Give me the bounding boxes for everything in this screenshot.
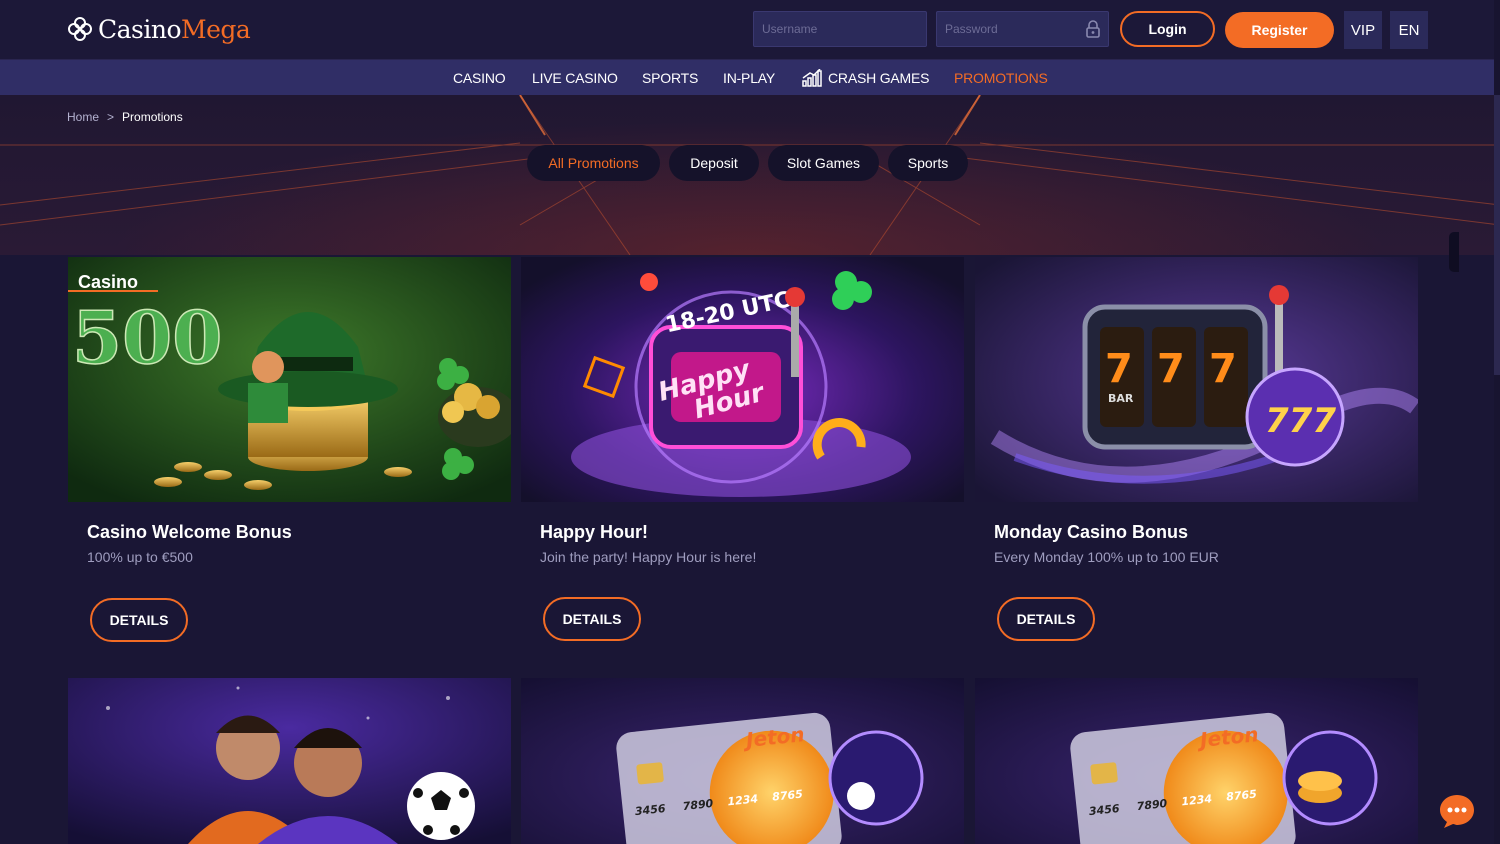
svg-text:7: 7 (1209, 346, 1237, 392)
breadcrumb: Home > Promotions (67, 110, 183, 124)
chat-icon[interactable] (1438, 793, 1476, 829)
breadcrumb-separator: > (107, 110, 115, 124)
nav-item-crash-games[interactable]: CRASH GAMES (802, 60, 929, 95)
svg-text:777: 777 (1265, 401, 1336, 441)
main-nav: CASINO LIVE CASINO SPORTS IN-PLAY CRASH … (0, 60, 1500, 95)
promo-image-text-bar: BAR (1108, 392, 1134, 405)
filter-sports[interactable]: Sports (888, 145, 968, 181)
nav-item-label: PROMOTIONS (954, 69, 1048, 86)
promo-title: Casino Welcome Bonus (87, 522, 292, 542)
password-input[interactable] (936, 11, 1109, 47)
promo-title: Monday Casino Bonus (994, 522, 1189, 542)
promotion-card: Casino 500 Casino Welcome Bonus 100% up … (68, 257, 511, 657)
nav-item-label: CASINO (453, 69, 506, 86)
promo-subtitle: Join the party! Happy Hour is here! (540, 549, 757, 565)
language-selector[interactable]: EN (1390, 11, 1428, 49)
details-button[interactable]: DETAILS (90, 598, 188, 642)
promo-subtitle: 100% up to €500 (87, 549, 193, 565)
nav-item-in-play[interactable]: IN-PLAY (723, 60, 775, 95)
logo-text-mega: Mega (181, 14, 251, 44)
clover-logo-icon (68, 17, 92, 41)
details-button[interactable]: DETAILS (997, 597, 1095, 641)
promo-image-text-500: 500 (72, 295, 222, 380)
promotion-card (68, 678, 511, 844)
nav-item-label: LIVE CASINO (532, 69, 618, 86)
promo-image-happy-hour: Happy Hour 18-20 UTC (521, 257, 964, 502)
filter-slot-games[interactable]: Slot Games (768, 145, 879, 181)
promo-image-monday: 7 7 7 BAR 777 (975, 257, 1418, 502)
promotion-card: Happy Hour 18-20 UTC Happy Hour! Join th… (521, 257, 964, 657)
promotion-filters: All Promotions Deposit Slot Games Sports (0, 145, 1500, 181)
promo-image-jeton-casino: Jeton 3456 7890 1234 8765 (975, 678, 1418, 844)
svg-text:7: 7 (1157, 346, 1185, 392)
vip-button[interactable]: VIP (1344, 11, 1382, 49)
login-button[interactable]: Login (1120, 11, 1215, 47)
nav-item-label: SPORTS (642, 69, 699, 86)
side-panel-handle[interactable] (1449, 232, 1459, 272)
promo-image-sports (68, 678, 511, 844)
promotion-card: Jeton 3456 7890 1234 8765 (975, 678, 1418, 844)
nav-item-live-casino[interactable]: LIVE CASINO (532, 60, 618, 95)
username-input[interactable] (753, 11, 927, 47)
promotion-card: Jeton 3456 7890 1234 8765 (521, 678, 964, 844)
nav-item-promotions[interactable]: PROMOTIONS (954, 60, 1048, 95)
filter-all-promotions[interactable]: All Promotions (527, 145, 660, 181)
nav-item-casino[interactable]: CASINO (453, 60, 506, 95)
nav-item-sports[interactable]: SPORTS (642, 60, 698, 95)
lock-icon (1086, 20, 1100, 38)
bar-chart-icon (802, 68, 822, 87)
promotion-card: 7 7 7 BAR 777 Monday Casino Bonus Every … (975, 257, 1418, 657)
details-button[interactable]: DETAILS (543, 597, 641, 641)
nav-item-label: CRASH GAMES (828, 69, 930, 86)
nav-item-label: IN-PLAY (723, 69, 776, 86)
scrollbar-thumb[interactable] (1494, 95, 1500, 375)
breadcrumb-home[interactable]: Home (67, 110, 99, 124)
promo-image-jeton-sports: Jeton 3456 7890 1234 8765 (521, 678, 964, 844)
register-button[interactable]: Register (1225, 12, 1334, 48)
promo-title: Happy Hour! (540, 522, 648, 542)
svg-text:7: 7 (1105, 346, 1133, 392)
breadcrumb-current: Promotions (122, 110, 183, 124)
top-header: CasinoMega Login Register VIP EN (0, 0, 1500, 60)
promo-image-welcome: Casino 500 (68, 257, 511, 502)
promo-subtitle: Every Monday 100% up to 100 EUR (994, 549, 1219, 565)
filter-deposit[interactable]: Deposit (669, 145, 759, 181)
promo-image-text-casino: Casino (78, 272, 138, 292)
logo[interactable]: Casino Mega (66, 12, 251, 46)
logo-text-casino: Casino (98, 14, 182, 44)
